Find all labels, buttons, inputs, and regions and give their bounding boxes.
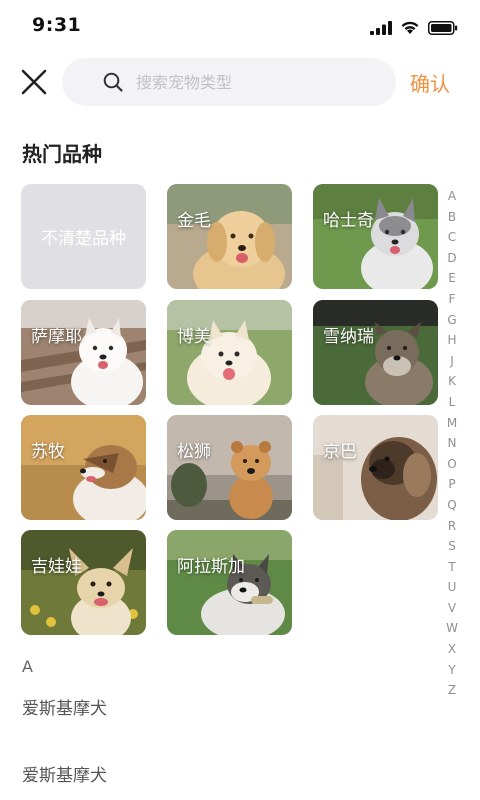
battery-icon [428,20,458,35]
list-item[interactable]: 爱斯基摩犬 [22,694,107,719]
alpha-letter-u[interactable]: U [448,577,457,598]
breed-tile-label: 不清楚品种 [41,229,126,249]
breed-tile-label: 博美 [177,327,211,347]
breed-tile-label: 吉娃娃 [31,557,82,577]
husky-photo [313,184,438,289]
alpha-letter-f[interactable]: F [449,289,456,310]
breed-tile-label: 金毛 [177,211,211,231]
pekingese-photo [313,415,438,520]
status-icons [370,20,458,35]
alpha-letter-s[interactable]: S [448,536,456,557]
alpha-letter-a[interactable]: A [448,186,456,207]
breed-tile-collie[interactable]: 苏牧 [21,415,146,520]
breed-tile-label: 哈士奇 [323,211,374,231]
breed-tile-label: 苏牧 [31,442,65,462]
breed-tile-chow-chow[interactable]: 松狮 [167,415,292,520]
alpha-letter-l[interactable]: L [449,392,456,413]
confirm-button[interactable]: 确认 [410,68,450,97]
breed-tile-husky[interactable]: 哈士奇 [313,184,438,289]
breed-tile-pekingese[interactable]: 京巴 [313,415,438,520]
breed-tile-label: 雪纳瑞 [323,327,374,347]
alpha-letter-r[interactable]: R [448,516,456,537]
status-bar: 9:31 [0,0,480,52]
breed-tile-label: 阿拉斯加 [177,557,245,577]
chow-chow-photo [167,415,292,520]
breed-tile-samoyed[interactable]: 萨摩耶 [21,300,146,405]
alpha-letter-m[interactable]: M [447,413,457,434]
alpha-letter-q[interactable]: Q [447,495,456,516]
search-icon [103,72,123,92]
collie-photo [21,415,146,520]
alpha-letter-x[interactable]: X [448,639,456,660]
alpha-letter-t[interactable]: T [448,557,455,578]
alpha-letter-j[interactable]: J [450,351,454,372]
alpha-letter-n[interactable]: N [448,433,457,454]
alpha-letter-h[interactable]: H [447,330,456,351]
alpha-letter-k[interactable]: K [448,371,456,392]
search-input[interactable] [136,72,376,92]
wifi-icon [401,21,419,34]
breed-tile-label: 萨摩耶 [31,327,82,347]
chihuahua-photo [21,530,146,635]
alphabet-index[interactable]: A B C D E F G H J K L M N O P Q R S T U … [444,186,460,701]
alpha-letter-p[interactable]: P [448,474,455,495]
top-bar: 确认 [0,58,480,106]
breed-tile-golden-retriever[interactable]: 金毛 [167,184,292,289]
alpha-letter-e[interactable]: E [448,268,456,289]
breed-tile-schnauzer[interactable]: 雪纳瑞 [313,300,438,405]
close-button[interactable] [18,66,50,98]
breed-tile-label: 松狮 [177,442,211,462]
breed-tile-label: 京巴 [323,442,357,462]
alpha-letter-o[interactable]: O [447,454,456,475]
alpha-letter-c[interactable]: C [448,227,456,248]
alpha-letter-b[interactable]: B [448,207,456,228]
cellular-signal-icon [370,20,392,35]
pomeranian-photo [167,300,292,405]
status-time: 9:31 [32,14,82,36]
alpha-letter-z[interactable]: Z [448,680,456,701]
breed-tile-alaskan-malamute[interactable]: 阿拉斯加 [167,530,292,635]
section-title-popular: 热门品种 [22,142,102,166]
alaskan-malamute-photo [167,530,292,635]
list-item[interactable]: 爱斯基摩犬 [22,761,107,786]
close-icon [21,69,47,95]
alpha-letter-y[interactable]: Y [448,660,455,681]
search-box[interactable] [62,58,396,106]
schnauzer-photo [313,300,438,405]
breed-tile-unknown[interactable]: 不清楚品种 [21,184,146,289]
alpha-letter-w[interactable]: W [446,618,458,639]
breed-tile-chihuahua[interactable]: 吉娃娃 [21,530,146,635]
alpha-letter-d[interactable]: D [447,248,456,269]
alpha-letter-g[interactable]: G [447,310,456,331]
samoyed-photo [21,300,146,405]
list-section-header: A [22,657,33,676]
alpha-letter-v[interactable]: V [448,598,456,619]
breed-tile-pomeranian[interactable]: 博美 [167,300,292,405]
golden-retriever-photo [167,184,292,289]
